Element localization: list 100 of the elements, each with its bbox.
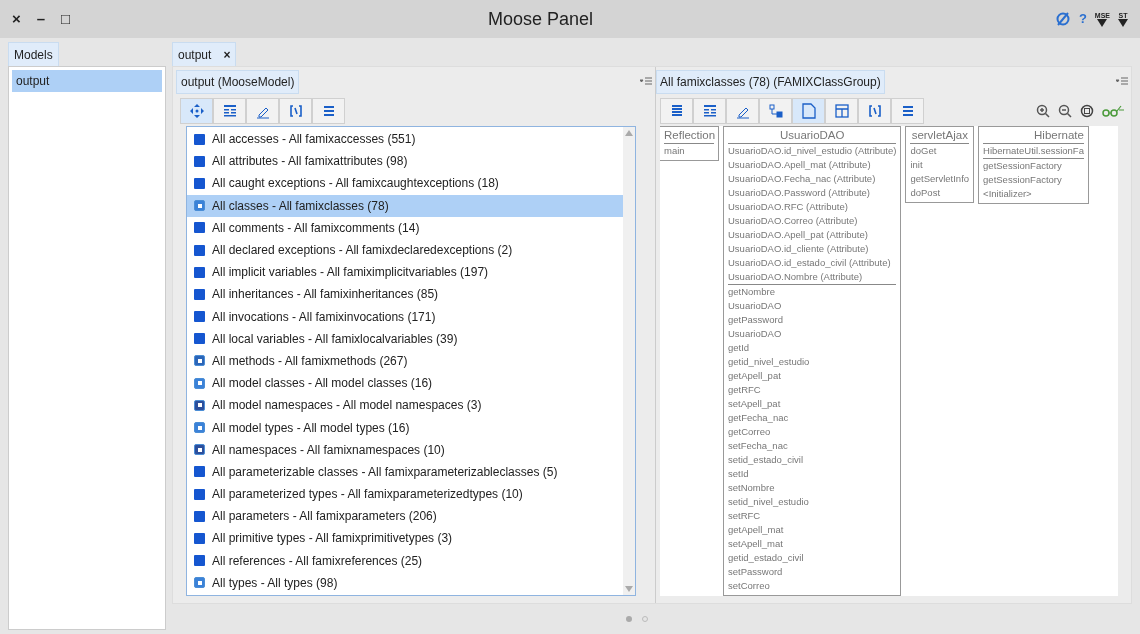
entity-icon [194, 577, 205, 589]
list-item[interactable]: All local variables - All famixlocalvariables (39) [187, 327, 623, 350]
toolbar-toggle[interactable] [213, 98, 246, 124]
attribute-label: UsuarioDAO.RFC (Attribute) [728, 200, 849, 214]
method-label: setid_estado_civil [728, 453, 804, 467]
class-name: Hibernate [983, 127, 1084, 144]
toolbar-toggle[interactable] [825, 98, 858, 124]
method-label: setRFC [728, 509, 762, 523]
folder-icon [194, 133, 205, 145]
attribute-label: UsuarioDAO.id_estado_civil (Attribute) [728, 256, 892, 270]
folder-icon [194, 532, 205, 544]
folder-icon [194, 155, 205, 167]
toolbar-toggle[interactable] [693, 98, 726, 124]
move-icon [188, 103, 205, 119]
window-control[interactable]: × [12, 7, 21, 31]
brackets-icon [866, 103, 883, 119]
class-name: servletAjax [910, 127, 970, 144]
method-label: UsuarioDAO [728, 327, 783, 341]
list-item[interactable]: All methods - All famixmethods (267) [187, 349, 623, 373]
class-box[interactable]: Hibernate HibernateUtil.sessionFa getSessionFactory getSessionFactory <Initializer> [978, 126, 1089, 204]
scrollbar[interactable] [623, 127, 635, 595]
method-label: setid_nivel_estudio [728, 495, 810, 509]
folder-icon [194, 555, 205, 567]
window-control[interactable]: □ [61, 7, 71, 31]
fit-icon[interactable] [1080, 104, 1094, 118]
method-label: getNombre [728, 285, 776, 299]
list-item[interactable]: All declared exceptions - All famixdeclaredexceptions (2) [187, 238, 623, 262]
list-item[interactable]: All invocations - All famixinvocations (171) [187, 305, 623, 328]
toolbar-toggle[interactable] [246, 98, 279, 124]
zoom-out-icon[interactable] [1058, 104, 1072, 118]
entity-icon [194, 377, 205, 389]
folder-icon [194, 266, 205, 278]
window-control[interactable]: – [36, 7, 46, 31]
window-icon [833, 103, 850, 119]
list-item[interactable]: All primitive types - All famixprimitivetypes (3) [187, 527, 623, 550]
toolbar-toggle[interactable] [180, 98, 213, 124]
toolbar-toggle[interactable] [858, 98, 891, 124]
list-item[interactable]: All parameterizable classes - All famixparameterizableclasses (5) [187, 460, 623, 483]
method-label: getSessionFactory [983, 159, 1063, 173]
folder-icon [194, 488, 205, 500]
method-label: getFecha_nac [728, 411, 790, 425]
class-box[interactable]: Reflection main [660, 126, 719, 161]
method-label: getApell_pat [728, 369, 782, 383]
list-item[interactable]: All parameterized types - All famixparameterizedtypes (10) [187, 483, 623, 506]
list-item[interactable]: All model types - All model types (16) [187, 416, 623, 439]
toolbar-toggle[interactable] [279, 98, 312, 124]
method-label: getId [728, 341, 751, 355]
attribute-label: HibernateUtil.sessionFa [983, 144, 1084, 158]
attribute-label: UsuarioDAO.Nombre (Attribute) [728, 270, 864, 284]
method-label: getApell_mat [728, 523, 785, 537]
method-label: UsuarioDAO [728, 299, 783, 313]
list-item[interactable]: All namespaces - All famixnamespaces (10) [187, 438, 623, 461]
method-label: getSessionFactory [983, 173, 1063, 187]
model-item[interactable]: output [12, 70, 162, 92]
toolbar-toggle[interactable] [792, 98, 825, 124]
class-box[interactable] [723, 126, 902, 596]
class-name: Reflection [664, 127, 714, 144]
list-item[interactable]: All inheritances - All famixinheritances (85) [187, 283, 623, 306]
list-item[interactable]: All comments - All famixcomments (14) [187, 216, 623, 239]
menu-icon[interactable] [640, 77, 652, 87]
tab[interactable]: output × [172, 42, 237, 66]
entity-icon [194, 200, 205, 212]
list-item[interactable]: All references - All famixreferences (25) [187, 549, 623, 572]
folder-icon [194, 222, 205, 234]
toolbar-toggle[interactable] [759, 98, 792, 124]
close-icon[interactable]: × [223, 45, 231, 64]
list-item[interactable]: All model namespaces - All model namespaces (3) [187, 394, 623, 417]
tab[interactable]: Models [8, 42, 59, 66]
list-item[interactable]: All types - All types (98) [187, 571, 623, 594]
list-item[interactable]: All attributes - All famixattributes (98) [187, 150, 623, 173]
folder-icon [194, 333, 205, 345]
attribute-label: UsuarioDAO.id_nivel_estudio (Attribute) [728, 144, 897, 158]
list-item[interactable]: All accesses - All famixaccesses (551) [187, 128, 623, 151]
list-item[interactable]: All parameters - All famixparameters (206) [187, 505, 623, 528]
list-item[interactable]: All caught exceptions - All famixcaughtexceptions (18) [187, 172, 623, 195]
scroll-down-icon[interactable] [625, 586, 633, 592]
zoom-in-icon[interactable] [1036, 104, 1050, 118]
toolbar-toggle[interactable] [660, 98, 693, 124]
toolbar-toggle[interactable] [726, 98, 759, 124]
folder-icon [194, 510, 205, 522]
attribute-label: UsuarioDAO.Fecha_nac (Attribute) [728, 172, 877, 186]
null-sign-icon[interactable] [1054, 11, 1071, 27]
attribute-label: UsuarioDAO.Password (Attribute) [728, 186, 872, 200]
method-label: setNombre [728, 481, 776, 495]
entity-icon [194, 422, 205, 434]
scroll-up-icon[interactable] [625, 130, 633, 136]
folder-icon [194, 244, 205, 256]
toolbar-toggle[interactable] [312, 98, 345, 124]
list-item[interactable]: All classes - All famixclasses (78) [187, 194, 623, 217]
attribute-label: UsuarioDAO.Apell_pat (Attribute) [728, 228, 869, 242]
pane-header: output (MooseModel) [176, 70, 300, 94]
class-box[interactable]: servletAjax doGet init getServletInfo doPost [905, 126, 975, 203]
toolbar-toggle[interactable] [891, 98, 924, 124]
glasses-icon[interactable] [1102, 105, 1124, 117]
class-name: UsuarioDAO [728, 127, 897, 144]
list-item[interactable]: All model classes - All model classes (16) [187, 372, 623, 395]
method-label: setApell_pat [728, 397, 782, 411]
list-item[interactable]: All implicit variables - All famiximplicitvariables (197) [187, 261, 623, 284]
menu-icon[interactable] [1116, 77, 1128, 87]
method-label: getPassword [728, 313, 784, 327]
